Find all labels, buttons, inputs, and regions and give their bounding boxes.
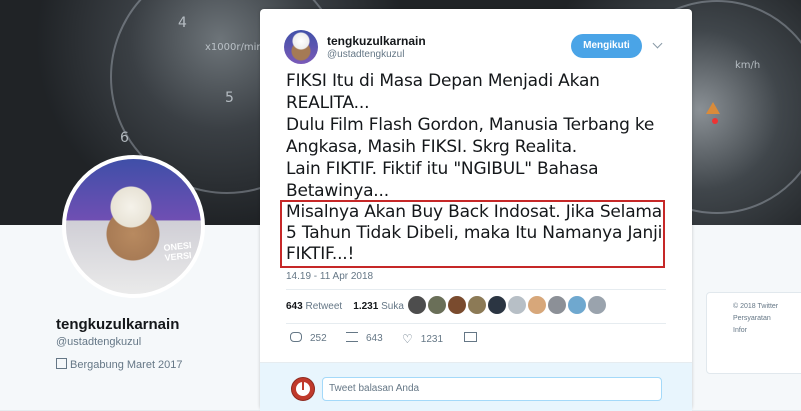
chevron-down-icon[interactable] — [652, 38, 663, 49]
footer-links-box: © 2018 Twitter Persyaratan Infor — [706, 292, 801, 374]
liker-avatar[interactable] — [408, 296, 426, 314]
reply-count: 252 — [310, 333, 327, 344]
like-label[interactable]: Suka — [381, 301, 404, 312]
indicator-light-icon — [712, 118, 718, 124]
tweet-line: REALITA... — [286, 93, 370, 113]
clock-hand — [302, 382, 304, 390]
tweet-line: Lain FIKTIF. Fiktif itu "NGIBUL" Bahasa — [286, 159, 599, 179]
liker-avatar[interactable] — [488, 296, 506, 314]
reply-input[interactable]: Tweet balasan Anda — [322, 377, 662, 401]
joined-text: Bergabung Maret 2017 — [70, 359, 183, 371]
profile-name[interactable]: tengkuzulkarnain — [56, 316, 179, 333]
reply-action[interactable]: 252 — [290, 332, 327, 344]
profile-joined: Bergabung Maret 2017 — [56, 358, 183, 371]
avatar-caption: ONESI VERSI — [163, 240, 193, 263]
liker-avatar[interactable] — [548, 296, 566, 314]
footer-copyright: © 2018 Twitter — [733, 303, 779, 310]
footer-link-terms[interactable]: Persyaratan — [707, 313, 801, 325]
like-count[interactable]: 1.231 — [353, 301, 378, 312]
calendar-icon — [56, 358, 67, 369]
message-action[interactable] — [464, 332, 477, 344]
tweet-line: FIKTIF...! — [286, 244, 355, 264]
gauge-label-left: x1000r/min — [205, 42, 263, 53]
divider — [286, 289, 666, 290]
retweet-count[interactable]: 643 — [286, 301, 303, 312]
tweet-stats: 643 Retweet 1.231 Suka — [286, 301, 404, 312]
tweet-line: Misalnya Akan Buy Back Indosat. Jika Sel… — [286, 202, 662, 222]
tweet-line: Dulu Film Flash Gordon, Manusia Terbang … — [286, 115, 655, 135]
footer-link-info[interactable]: Infor — [707, 325, 801, 337]
gauge-label-right: km/h — [735, 60, 761, 71]
liker-avatar[interactable] — [448, 296, 466, 314]
tweet-line: Betawinya... — [286, 181, 389, 201]
profile-avatar[interactable]: ONESI VERSI — [62, 155, 205, 298]
tweet-timestamp[interactable]: 14.19 - 11 Apr 2018 — [286, 271, 373, 282]
gauge-mark: 6 — [120, 130, 129, 146]
profile-handle[interactable]: @ustadtengkuzul — [56, 336, 141, 348]
following-button[interactable]: Mengikuti — [571, 34, 642, 58]
warning-light-icon — [706, 102, 720, 114]
tweet-text-highlighted: Misalnya Akan Buy Back Indosat. Jika Sel… — [286, 202, 666, 265]
liker-avatar[interactable] — [568, 296, 586, 314]
author-handle[interactable]: @ustadtengkuzul — [327, 49, 404, 60]
author-avatar[interactable] — [284, 30, 318, 64]
like-action[interactable]: ♡ 1231 — [402, 332, 443, 346]
tweet-card: tengkuzulkarnain @ustadtengkuzul Mengiku… — [260, 9, 692, 411]
retweet-action[interactable]: 643 — [346, 332, 383, 344]
retweet-icon — [346, 332, 358, 342]
reply-composer: Tweet balasan Anda — [260, 362, 692, 411]
gauge-mark: 4 — [178, 15, 187, 31]
tweet-line: Angkasa, Masih FIKSI. Skrg Realita. — [286, 137, 578, 157]
divider — [286, 323, 666, 324]
envelope-icon — [464, 332, 477, 342]
retweet-action-count: 643 — [366, 333, 383, 344]
heart-icon: ♡ — [402, 332, 413, 346]
liker-avatar[interactable] — [468, 296, 486, 314]
tweet-line: 5 Tahun Tidak Dibeli, maka Itu Namanya J… — [286, 223, 663, 243]
like-action-count: 1231 — [420, 334, 444, 345]
gauge-mark: 5 — [225, 90, 234, 106]
author-name[interactable]: tengkuzulkarnain — [327, 34, 426, 48]
liker-avatar[interactable] — [428, 296, 446, 314]
tweet-line: FIKSI Itu di Masa Depan Menjadi Akan — [286, 71, 600, 91]
liker-avatar[interactable] — [588, 296, 606, 314]
liker-avatar[interactable] — [508, 296, 526, 314]
liker-avatar[interactable] — [528, 296, 546, 314]
current-user-avatar[interactable] — [291, 377, 315, 401]
retweet-label[interactable]: Retweet — [305, 301, 342, 312]
tweet-text: FIKSI Itu di Masa Depan Menjadi Akan REA… — [286, 70, 686, 202]
reply-icon — [290, 332, 302, 342]
